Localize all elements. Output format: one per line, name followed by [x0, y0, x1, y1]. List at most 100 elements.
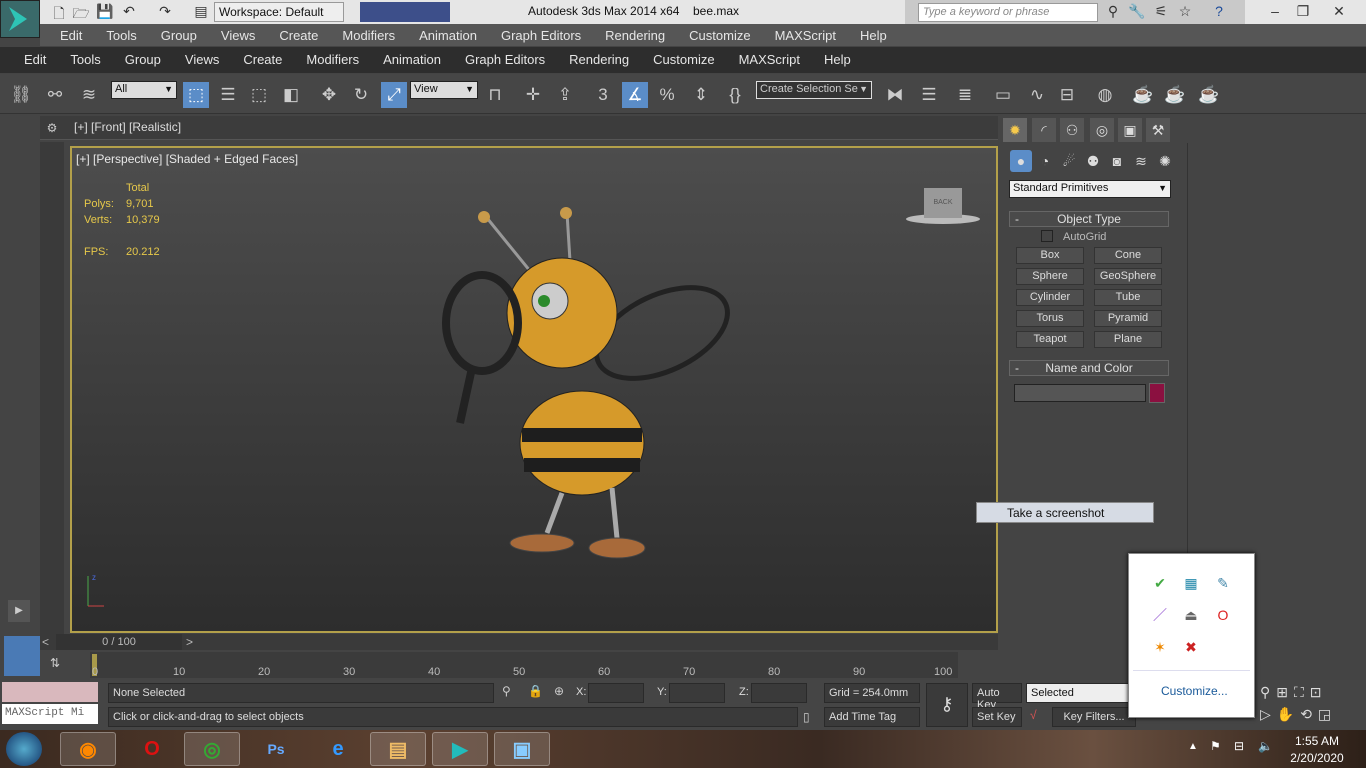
workspace-dropdown[interactable]: Workspace: Default: [214, 2, 344, 22]
snaps-toggle[interactable]: 3: [590, 82, 616, 108]
tray-pen-icon[interactable]: ／: [1151, 606, 1169, 624]
time-slider-thumb[interactable]: 0 / 100: [56, 634, 182, 650]
named-selection-dropdown[interactable]: Create Selection Se: [756, 81, 872, 99]
menu-animation[interactable]: Animation: [371, 47, 453, 73]
render-production-icon[interactable]: ☕: [1196, 82, 1222, 108]
menu-group[interactable]: Group: [113, 47, 173, 73]
menu-customize[interactable]: Customize: [641, 47, 726, 73]
taskbar-internet-explorer[interactable]: e: [310, 732, 366, 766]
start-button[interactable]: [6, 732, 42, 766]
schematic-view-icon[interactable]: ⊟: [1054, 82, 1080, 108]
project-folder-icon[interactable]: ▤: [192, 3, 210, 21]
key-mode-dropdown[interactable]: Selected: [1026, 683, 1136, 703]
viewcube[interactable]: BACK: [906, 188, 980, 228]
menu-create[interactable]: Create: [267, 24, 330, 46]
taskbar-3ds-max[interactable]: ▶: [432, 732, 488, 766]
tube-button[interactable]: Tube: [1094, 289, 1162, 306]
move-icon[interactable]: ✥: [316, 82, 342, 108]
tray-app-icon[interactable]: ✖: [1182, 638, 1200, 656]
time-slider-next[interactable]: >: [186, 635, 193, 649]
tray-app-icon[interactable]: ✎: [1214, 574, 1232, 592]
menu-modifiers[interactable]: Modifiers: [330, 24, 407, 46]
perspective-viewport[interactable]: [+] [Perspective] [Shaded + Edged Faces]…: [70, 146, 998, 633]
render-setup-icon[interactable]: ☕: [1130, 82, 1156, 108]
select-by-name-icon[interactable]: ☰: [215, 82, 241, 108]
select-object-icon[interactable]: ⬚: [183, 82, 209, 108]
menu-create[interactable]: Create: [231, 47, 294, 73]
set-key-button[interactable]: Set Key: [972, 707, 1022, 727]
viewcube-face[interactable]: BACK: [924, 188, 962, 218]
object-color-swatch[interactable]: [1149, 383, 1165, 403]
viewport-settings-icon[interactable]: ⚙: [40, 116, 64, 140]
auto-key-button[interactable]: Auto Key: [972, 683, 1022, 711]
layer-manager-icon[interactable]: ≣: [952, 82, 978, 108]
sphere-button[interactable]: Sphere: [1016, 268, 1084, 285]
object-name-input[interactable]: [1014, 384, 1146, 402]
satellite-icon[interactable]: ⚟: [1152, 3, 1170, 21]
plane-button[interactable]: Plane: [1094, 331, 1162, 348]
helpers-icon[interactable]: ◙: [1106, 150, 1128, 172]
rendered-frame-window-icon[interactable]: ☕: [1162, 82, 1188, 108]
viewport-layout-icon[interactable]: [4, 636, 40, 676]
menu-tools[interactable]: Tools: [94, 24, 148, 46]
menu-modifiers[interactable]: Modifiers: [294, 47, 371, 73]
material-editor-icon[interactable]: ◍: [1092, 82, 1118, 108]
time-slider[interactable]: < 0 / 100 >: [40, 634, 998, 650]
viewport-navigation-icons[interactable]: ⚲⊞⛶⊡: [1260, 684, 1328, 701]
taskbar-photoshop[interactable]: Ps: [248, 732, 304, 766]
new-file-icon[interactable]: 🗋: [50, 3, 68, 21]
link-icon[interactable]: ⛓: [8, 82, 34, 108]
tab-utilities[interactable]: ⚒: [1146, 118, 1170, 142]
z-coordinate-input[interactable]: [751, 683, 807, 703]
unlink-icon[interactable]: ⚯: [42, 82, 68, 108]
front-viewport[interactable]: [+] [Front] [Realistic] ⚙: [40, 116, 998, 140]
selection-filter-dropdown[interactable]: All: [111, 81, 177, 99]
search-input[interactable]: Type a keyword or phrase: [918, 3, 1098, 22]
object-type-rollout-header[interactable]: - Object Type: [1009, 211, 1169, 227]
tray-app-icon[interactable]: ▦: [1182, 574, 1200, 592]
redo-icon[interactable]: ↷: [156, 3, 174, 21]
menu-group[interactable]: Group: [149, 24, 209, 46]
menu-graph-editors[interactable]: Graph Editors: [453, 47, 557, 73]
name-color-rollout-header[interactable]: - Name and Color: [1009, 360, 1169, 376]
reference-coordinate-dropdown[interactable]: View: [410, 81, 478, 99]
bind-space-warp-icon[interactable]: ≋: [76, 82, 102, 108]
x-coordinate-input[interactable]: [588, 683, 644, 703]
tray-usb-icon[interactable]: ⏏: [1182, 606, 1200, 624]
volume-icon[interactable]: 🔈: [1258, 739, 1273, 753]
viewport-navigation-icons-2[interactable]: ▷✋⟲◲: [1260, 706, 1337, 723]
mirror-icon[interactable]: ⧓: [882, 82, 908, 108]
lock-selection-icon[interactable]: 🔒: [528, 684, 543, 698]
minimize-button[interactable]: –: [1266, 3, 1284, 21]
menu-animation[interactable]: Animation: [407, 24, 489, 46]
tray-app-icon[interactable]: ✔: [1151, 574, 1169, 592]
tray-customize-link[interactable]: Customize...: [1161, 684, 1228, 698]
clock[interactable]: 1:55 AM 2/20/2020: [1286, 734, 1348, 765]
shapes-icon[interactable]: ◔: [1034, 150, 1056, 172]
menu-graph-editors[interactable]: Graph Editors: [489, 24, 593, 46]
edit-named-selection-icon[interactable]: {}: [722, 82, 748, 108]
expand-arrow-icon[interactable]: ▶: [8, 600, 30, 622]
geometry-icon[interactable]: ●: [1010, 150, 1032, 172]
cameras-icon[interactable]: ⚉: [1082, 150, 1104, 172]
menu-customize[interactable]: Customize: [677, 24, 762, 46]
open-file-icon[interactable]: 🗁: [72, 3, 90, 21]
taskbar-opera[interactable]: O: [124, 732, 180, 766]
menu-views[interactable]: Views: [173, 47, 231, 73]
menu-rendering[interactable]: Rendering: [593, 24, 677, 46]
tab-create[interactable]: ✹: [1003, 118, 1027, 142]
rotate-icon[interactable]: ↻: [348, 82, 374, 108]
keyboard-shortcut-icon[interactable]: ⇪: [552, 82, 578, 108]
perspective-viewport-label[interactable]: [+] [Perspective] [Shaded + Edged Faces]: [76, 152, 298, 166]
maxscript-mini-listener[interactable]: MAXScript Mi: [2, 704, 98, 724]
tray-avast-icon[interactable]: ✶: [1151, 638, 1169, 656]
menu-help[interactable]: Help: [848, 24, 899, 46]
autogrid-checkbox[interactable]: [1041, 230, 1053, 242]
front-viewport-label[interactable]: [+] [Front] [Realistic]: [74, 120, 181, 134]
set-key-icon[interactable]: ⚷: [926, 683, 968, 727]
restore-button[interactable]: ❐: [1294, 3, 1312, 21]
scene-explorer-icon[interactable]: ▭: [990, 82, 1016, 108]
taskbar-file-explorer[interactable]: ▤: [370, 732, 426, 766]
taskbar-chrome[interactable]: ◎: [184, 732, 240, 766]
menu-maxscript[interactable]: MAXScript: [727, 47, 812, 73]
